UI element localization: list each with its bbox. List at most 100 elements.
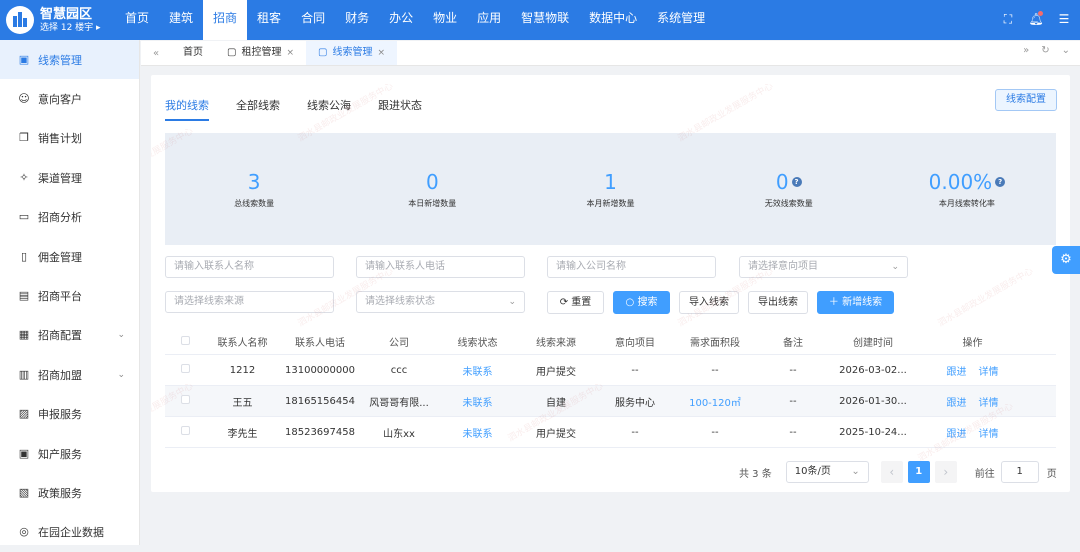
nav-item-0[interactable]: 首页 bbox=[115, 0, 159, 40]
settings-sliders-icon[interactable]: ☰ bbox=[1056, 11, 1072, 27]
plus-icon: ＋ bbox=[828, 297, 843, 308]
detail-link[interactable]: 详情 bbox=[979, 429, 999, 440]
nav-item-2[interactable]: 招商 bbox=[203, 0, 248, 40]
sidebar-item-5[interactable]: ▯ 佣金管理 bbox=[0, 237, 139, 276]
follow-up-link[interactable]: 跟进 bbox=[947, 398, 967, 409]
brand[interactable]: 智慧园区 选择 12 楼宇 ▸ bbox=[0, 0, 115, 40]
search-button[interactable]: ○ 搜索 bbox=[613, 291, 670, 314]
page-tab-1[interactable]: ▢ 租控管理 × bbox=[215, 41, 306, 65]
close-icon[interactable]: × bbox=[286, 41, 294, 65]
contact-phone-input[interactable]: 请输入联系人电话 bbox=[356, 256, 525, 278]
monitor-icon: ▭ bbox=[18, 210, 30, 224]
refresh-icon[interactable]: ↻ bbox=[1041, 45, 1049, 56]
nav-item-6[interactable]: 办公 bbox=[379, 0, 423, 40]
goto-page-input[interactable]: 1 bbox=[1000, 461, 1039, 483]
cell-created: 2025-10-24... bbox=[839, 426, 907, 438]
nav-item-5[interactable]: 财务 bbox=[335, 0, 379, 40]
page-tab-0[interactable]: 首页 bbox=[171, 41, 215, 65]
subtab-3[interactable]: 跟进状态 bbox=[378, 97, 422, 121]
sidebar-item-10[interactable]: ▣ 知产服务 bbox=[0, 434, 139, 473]
building-selector[interactable]: 选择 12 楼宇 ▸ bbox=[40, 22, 101, 34]
tabs-scroll-right-icon[interactable]: » bbox=[1023, 45, 1029, 56]
help-icon[interactable]: ? bbox=[791, 177, 802, 187]
cell-name: 1212 bbox=[229, 364, 256, 376]
sidebar-item-2[interactable]: ❐ 销售计划 bbox=[0, 119, 139, 158]
sidebar-item-12[interactable]: ◎ 在园企业数据 bbox=[0, 513, 139, 552]
help-icon[interactable]: ? bbox=[995, 177, 1006, 187]
subtab-0[interactable]: 我的线索 bbox=[165, 97, 209, 121]
close-icon[interactable]: × bbox=[377, 41, 385, 65]
table-row[interactable]: 王五 18165156454 风哥哥有限... 未联系 自建 服务中心 100-120㎡ --… bbox=[165, 386, 1056, 417]
add-clue-button[interactable]: ＋ 新增线索 bbox=[817, 291, 894, 314]
fullscreen-icon[interactable]: ⛶ bbox=[1000, 11, 1016, 27]
column-header: 公司 bbox=[389, 338, 409, 349]
page-tab-label: 租控管理 bbox=[241, 47, 282, 58]
row-checkbox[interactable] bbox=[180, 426, 190, 435]
follow-up-link[interactable]: 跟进 bbox=[947, 429, 967, 440]
nav-item-4[interactable]: 合同 bbox=[291, 0, 335, 40]
nav-item-9[interactable]: 智慧物联 bbox=[511, 0, 579, 40]
nav-item-10[interactable]: 数据中心 bbox=[579, 0, 647, 40]
page-tab-2[interactable]: ▢ 线索管理 × bbox=[306, 41, 397, 65]
sidebar-item-4[interactable]: ▭ 招商分析 bbox=[0, 198, 139, 237]
data-icon: ◎ bbox=[19, 525, 29, 539]
chevron-down-icon[interactable]: ⌄ bbox=[117, 330, 125, 340]
tabs-scroll-left-icon[interactable]: « bbox=[141, 48, 171, 59]
nav-item-1[interactable]: 建筑 bbox=[159, 0, 203, 40]
follow-up-link[interactable]: 跟进 bbox=[947, 367, 967, 378]
status-select[interactable]: 请选择线索状态 ⌄ bbox=[356, 291, 525, 313]
nav-item-7[interactable]: 物业 bbox=[423, 0, 467, 40]
sidebar-item-11[interactable]: ▧ 政策服务 bbox=[0, 473, 139, 512]
table-row[interactable]: 李先生 18523697458 山东xx 未联系 用户提交 -- -- -- 2025-10-2… bbox=[165, 417, 1056, 448]
intent-project-select[interactable]: 请选择意向项目 ⌄ bbox=[739, 256, 908, 278]
chevron-down-icon[interactable]: ⌄ bbox=[117, 370, 125, 380]
detail-link[interactable]: 详情 bbox=[979, 398, 999, 409]
cell-status: 未联系 bbox=[462, 428, 493, 440]
cell-area: 100-120㎡ bbox=[689, 397, 741, 409]
brand-title: 智慧园区 bbox=[40, 6, 93, 22]
cell-company: 风哥哥有限... bbox=[369, 397, 429, 409]
settings-gear-icon[interactable]: ⚙ bbox=[1052, 246, 1080, 274]
import-button[interactable]: 导入线索 bbox=[679, 291, 739, 314]
chevron-down-icon: ⌄ bbox=[891, 262, 899, 272]
sidebar-item-7[interactable]: ▦ 招商配置 ⌄ bbox=[0, 316, 139, 355]
subtab-1[interactable]: 全部线索 bbox=[236, 97, 280, 121]
export-button[interactable]: 导出线索 bbox=[748, 291, 808, 314]
tab-page-icon: ▢ bbox=[227, 47, 237, 58]
cell-phone: 18523697458 bbox=[285, 426, 355, 438]
cell-project: -- bbox=[631, 364, 639, 376]
cell-phone: 13100000000 bbox=[285, 364, 355, 376]
sidebar-item-8[interactable]: ▥ 招商加盟 ⌄ bbox=[0, 355, 139, 394]
sidebar-item-3[interactable]: ✧ 渠道管理 bbox=[0, 158, 139, 197]
row-checkbox[interactable] bbox=[180, 364, 190, 373]
subtab-2[interactable]: 线索公海 bbox=[307, 97, 351, 121]
company-input[interactable]: 请输入公司名称 bbox=[547, 256, 716, 278]
commission-icon: ▯ bbox=[20, 249, 28, 263]
page-number-current[interactable]: 1 bbox=[907, 461, 930, 483]
detail-link[interactable]: 详情 bbox=[979, 367, 999, 378]
stat-value: 0 bbox=[775, 170, 789, 194]
nav-item-8[interactable]: 应用 bbox=[467, 0, 511, 40]
channel-icon: ✧ bbox=[19, 170, 29, 184]
next-page-button[interactable]: › bbox=[934, 461, 957, 483]
building-icon: ▥ bbox=[18, 367, 30, 381]
sidebar-item-9[interactable]: ▨ 申报服务 bbox=[0, 395, 139, 434]
source-select[interactable]: 请选择线索来源 bbox=[165, 291, 334, 313]
bell-icon[interactable]: 🔔︎ bbox=[1028, 11, 1044, 27]
prev-page-button[interactable]: ‹ bbox=[880, 461, 903, 483]
table-row[interactable]: 1212 13100000000 ccc 未联系 用户提交 -- -- -- 2026-03-0… bbox=[165, 355, 1056, 386]
sidebar-item-6[interactable]: ▤ 招商平台 bbox=[0, 276, 139, 315]
clue-table: 联系人名称 联系人电话 公司 线索状态 线索来源 意向项目 需求面积段 备注 创建时间 操作 121… bbox=[165, 329, 1056, 448]
cell-note: -- bbox=[789, 426, 797, 438]
nav-item-11[interactable]: 系统管理 bbox=[647, 0, 715, 40]
select-all-checkbox[interactable] bbox=[180, 335, 190, 345]
tabs-menu-icon[interactable]: ⌄ bbox=[1062, 45, 1070, 56]
reset-button[interactable]: ⟳ 重置 bbox=[547, 291, 604, 314]
page-size-select[interactable]: 10条/页 ⌄ bbox=[785, 461, 869, 483]
clue-config-button[interactable]: 线索配置 bbox=[995, 89, 1057, 111]
contact-name-input[interactable]: 请输入联系人名称 bbox=[165, 256, 334, 278]
sidebar-item-1[interactable]: ☺ 意向客户 bbox=[0, 79, 139, 118]
nav-item-3[interactable]: 租客 bbox=[247, 0, 291, 40]
row-checkbox[interactable] bbox=[180, 395, 190, 404]
sidebar-item-0[interactable]: ▣ 线索管理 bbox=[0, 40, 139, 80]
